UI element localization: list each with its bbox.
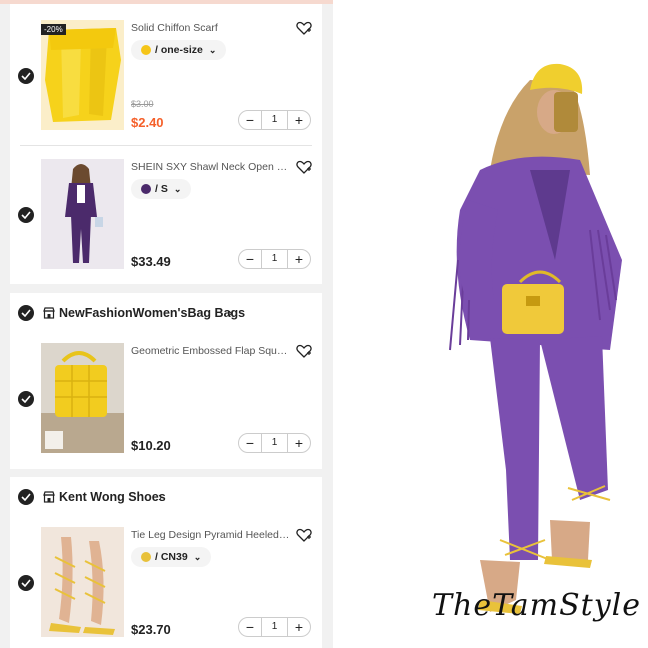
discount-badge: -20% [41,24,66,35]
price: $10.20 [131,438,171,453]
store-name[interactable]: NewFashionWomen'sBag Bags [59,306,245,320]
decrease-quantity-button[interactable]: − [239,250,261,268]
decrease-quantity-button[interactable]: − [239,111,261,129]
variant-selector[interactable]: / S ⌄ [131,179,192,199]
quantity-stepper: − 1 + [238,110,311,130]
outfit-photo [340,0,648,648]
product-image-scarf[interactable]: -20% [41,20,124,130]
increase-quantity-button[interactable]: + [288,618,310,636]
product-image-bag[interactable] [41,343,124,453]
product-title[interactable]: Geometric Embossed Flap Square Bag [131,345,291,357]
check-icon [21,395,31,403]
chevron-right-icon[interactable]: › [158,489,162,504]
store-icon [43,491,55,503]
original-price: $3.00 [131,99,154,109]
cart-item-bag[interactable]: Geometric Embossed Flap Square Bag $10.2… [10,327,322,467]
variant-selector[interactable]: / one-size ⌄ [131,40,227,60]
check-icon [21,211,31,219]
variant-selector[interactable]: / CN39 ⌄ [131,547,212,567]
decrease-quantity-button[interactable]: − [239,434,261,452]
store-select-checkbox[interactable] [18,305,34,321]
increase-quantity-button[interactable]: + [288,250,310,268]
product-title[interactable]: Tie Leg Design Pyramid Heeled Sandals [131,529,291,541]
item-select-checkbox[interactable] [18,68,34,84]
product-title[interactable]: Solid Chiffon Scarf [131,22,291,34]
watermark-signature: TheTamStyle [432,588,642,623]
variant-label: / CN39 [155,551,188,563]
increase-quantity-button[interactable]: + [288,434,310,452]
color-swatch [141,184,151,194]
quantity-stepper: − 1 + [238,433,311,453]
sale-price: $2.40 [131,115,164,130]
cart-item-scarf[interactable]: -20% Solid Chiffon Scarf / one-size ⌄ $3… [10,4,322,144]
cart-item-blazer-set[interactable]: SHEIN SXY Shawl Neck Open Front Blazer &… [10,143,322,283]
check-icon [21,579,31,587]
variant-label: / S [155,183,168,195]
heart-plus-icon[interactable] [296,528,312,542]
store-name[interactable]: Kent Wong Shoes [59,490,166,504]
store-card-2: NewFashionWomen'sBag Bags › Geometric Em… [10,293,322,469]
quantity-stepper: − 1 + [238,617,311,637]
price: $33.49 [131,254,171,269]
store-icon [43,307,55,319]
product-title[interactable]: SHEIN SXY Shawl Neck Open Front Blazer &… [131,161,291,173]
price: $23.70 [131,622,171,637]
check-icon [21,493,31,501]
check-icon [21,309,31,317]
item-select-checkbox[interactable] [18,207,34,223]
quantity-value[interactable]: 1 [261,618,288,636]
chevron-right-icon[interactable]: › [228,305,232,320]
color-swatch [141,45,151,55]
chevron-down-icon: ⌄ [173,183,182,194]
item-select-checkbox[interactable] [18,575,34,591]
store-card-1: -20% Solid Chiffon Scarf / one-size ⌄ $3… [10,4,322,284]
chevron-down-icon: ⌄ [193,551,202,562]
color-swatch [141,552,151,562]
decrease-quantity-button[interactable]: − [239,618,261,636]
quantity-stepper: − 1 + [238,249,311,269]
quantity-value[interactable]: 1 [261,111,288,129]
chevron-down-icon: ⌄ [208,44,217,55]
product-image-blazer-set[interactable] [41,159,124,269]
heart-plus-icon[interactable] [296,21,312,35]
store-card-3: Kent Wong Shoes › Tie Leg Design Pyramid… [10,477,322,648]
quantity-value[interactable]: 1 [261,250,288,268]
product-image-sandals[interactable] [41,527,124,637]
store-select-checkbox[interactable] [18,489,34,505]
cart-panel: -20% Solid Chiffon Scarf / one-size ⌄ $3… [0,0,333,648]
check-icon [21,72,31,80]
cart-item-sandals[interactable]: Tie Leg Design Pyramid Heeled Sandals / … [10,511,322,648]
variant-label: / one-size [155,44,203,56]
quantity-value[interactable]: 1 [261,434,288,452]
heart-plus-icon[interactable] [296,160,312,174]
item-select-checkbox[interactable] [18,391,34,407]
heart-plus-icon[interactable] [296,344,312,358]
increase-quantity-button[interactable]: + [288,111,310,129]
